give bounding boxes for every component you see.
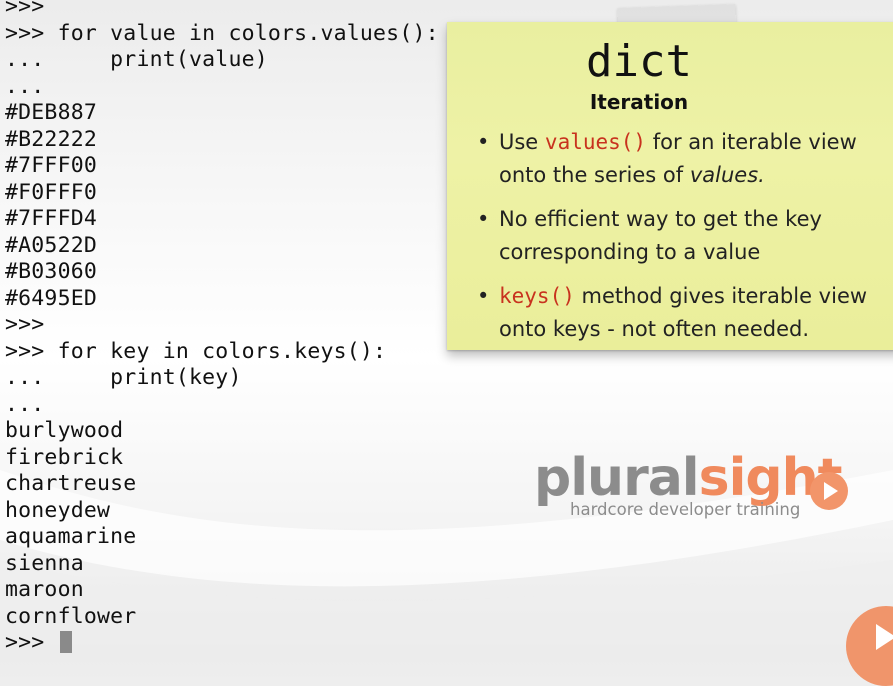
terminal-line: ... print(key) <box>5 365 242 390</box>
terminal-line: >>> <box>5 0 45 19</box>
terminal-line: ... <box>5 73 45 99</box>
terminal-line: chartreuse <box>5 471 137 496</box>
bullet-dot: • <box>477 207 490 231</box>
text-cursor <box>59 631 72 653</box>
bullet-item: • No efficient way to get the key corresp… <box>475 203 885 269</box>
terminal-line: #7FFF00 <box>5 153 98 178</box>
terminal-line: #7FFFD4 <box>5 206 98 231</box>
play-icon[interactable] <box>846 606 893 686</box>
bullet-dot: • <box>477 284 490 308</box>
terminal-prompt: >>> <box>5 630 58 655</box>
terminal-line: honeydew <box>5 497 111 523</box>
terminal-output[interactable]: >>> >>> for value in colors.values():... … <box>5 0 439 657</box>
terminal-line: aquamarine <box>5 524 137 549</box>
terminal-line: ... <box>5 391 45 417</box>
pluralsight-logo: pluralsight hardcore developer training <box>534 448 864 528</box>
terminal-line: #B03060 <box>5 259 98 284</box>
logo-wordmark: pluralsight <box>534 448 842 508</box>
terminal-line: sienna <box>5 550 84 576</box>
terminal-line: #B22222 <box>5 126 98 152</box>
note-bullets: • Use values() for an iterable view onto … <box>475 126 885 357</box>
sticky-note: dict Iteration • Use values() for an iter… <box>447 22 893 350</box>
terminal-line: >>> <box>5 312 45 337</box>
terminal-line: #DEB887 <box>5 100 98 125</box>
bullet-item: • Use values() for an iterable view onto … <box>475 126 885 192</box>
terminal-line: maroon <box>5 577 84 602</box>
bullet-item: • keys() method gives iterable view onto … <box>475 280 885 346</box>
terminal-line: ... print(value) <box>5 47 268 72</box>
code-keys: keys() <box>499 284 575 308</box>
bullet-text: No efficient way to get the key correspo… <box>499 207 822 264</box>
bullet-dot: • <box>477 130 490 154</box>
terminal-prompt-line[interactable]: >>> <box>5 630 439 657</box>
terminal-line: #F0FFF0 <box>5 179 98 205</box>
terminal-line: #6495ED <box>5 285 98 311</box>
note-title: dict <box>586 36 692 87</box>
note-subtitle: Iteration <box>589 90 689 114</box>
bullet-prefix: Use <box>499 130 545 154</box>
logo-tagline: hardcore developer training <box>570 500 801 519</box>
terminal-line: firebrick <box>5 444 124 470</box>
play-icon <box>810 472 848 510</box>
terminal-line: >>> for value in colors.values(): <box>5 20 439 46</box>
terminal-line: burlywood <box>5 418 124 443</box>
code-values: values() <box>544 130 647 154</box>
bullet-emphasis: values. <box>689 163 765 187</box>
logo-word-main: plural <box>534 448 700 508</box>
terminal-line: >>> for key in colors.keys(): <box>5 338 387 364</box>
terminal-line: cornflower <box>5 603 137 629</box>
terminal-line: #A0522D <box>5 232 98 258</box>
